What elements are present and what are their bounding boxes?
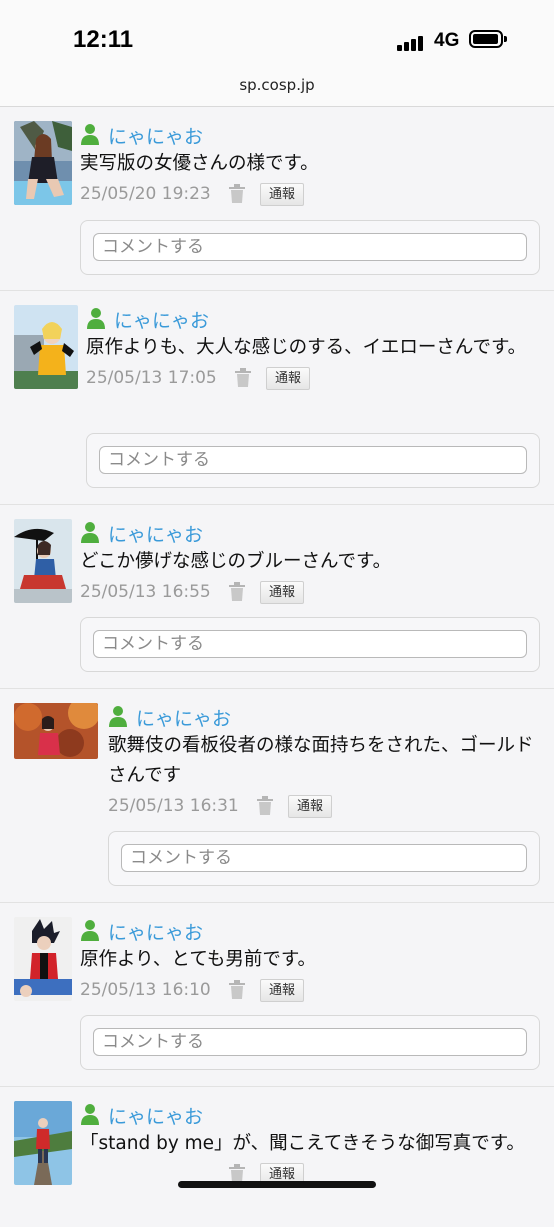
comment-box: コメントする bbox=[86, 433, 540, 488]
comment-date: 25/05/13 16:55 bbox=[80, 582, 211, 602]
comment-input[interactable]: コメントする bbox=[99, 446, 527, 474]
comment-box: コメントする bbox=[80, 1015, 540, 1070]
user-icon bbox=[81, 522, 99, 543]
report-button[interactable]: 通報 bbox=[288, 794, 333, 818]
comment-text: 原作より、とても男前です。 bbox=[80, 949, 317, 970]
comment-body: にゃにゃお 原作よりも、大人な感じのする、イエローさんです。 25/05/13 … bbox=[86, 305, 534, 393]
comment-input[interactable]: コメントする bbox=[93, 1028, 527, 1056]
comment-text: 原作よりも、大人な感じのする、イエローさんです。 bbox=[86, 337, 527, 358]
comment-body: にゃにゃお 原作より、とても男前です。 25/05/13 16:10 通報 bbox=[80, 917, 534, 1005]
username-link[interactable]: にゃにゃお bbox=[108, 918, 203, 945]
username-link[interactable]: にゃにゃお bbox=[136, 704, 231, 731]
trash-icon[interactable] bbox=[234, 368, 252, 388]
trash-icon[interactable] bbox=[228, 184, 246, 204]
user-icon bbox=[81, 1104, 99, 1125]
avatar[interactable] bbox=[14, 305, 78, 389]
username-link[interactable]: にゃにゃお bbox=[114, 306, 209, 333]
comment-body: にゃにゃお 歌舞伎の看板役者の様な面持ちをされた、ゴールドさんです 25/05/… bbox=[108, 703, 534, 821]
avatar[interactable] bbox=[14, 1101, 72, 1185]
report-button[interactable]: 通報 bbox=[260, 580, 305, 604]
avatar[interactable] bbox=[14, 519, 72, 603]
comment-text: 実写版の女優さんの様です。 bbox=[80, 153, 319, 174]
comment-item: にゃにゃお 原作よりも、大人な感じのする、イエローさんです。 25/05/13 … bbox=[0, 291, 554, 505]
comment-date: 25/05/20 19:23 bbox=[80, 184, 211, 204]
trash-icon[interactable] bbox=[256, 796, 274, 816]
user-icon bbox=[109, 706, 127, 727]
username-link[interactable]: にゃにゃお bbox=[108, 520, 203, 547]
comment-item: にゃにゃお 歌舞伎の看板役者の様な面持ちをされた、ゴールドさんです 25/05/… bbox=[0, 689, 554, 903]
comment-item: にゃにゃお どこか儚げな感じのブルーさんです。 25/05/13 16:55 通… bbox=[0, 505, 554, 689]
comment-body: にゃにゃお 実写版の女優さんの様です。 25/05/20 19:23 通報 bbox=[80, 121, 534, 209]
home-indicator[interactable] bbox=[178, 1181, 376, 1188]
comment-item: にゃにゃお 実写版の女優さんの様です。 25/05/20 19:23 通報 コメ… bbox=[0, 107, 554, 291]
comment-date: 25/05/13 16:10 bbox=[80, 980, 211, 1000]
comment-input[interactable]: コメントする bbox=[121, 844, 527, 872]
report-button[interactable]: 通報 bbox=[266, 366, 311, 390]
comment-date: 25/05/13 16:31 bbox=[108, 796, 239, 816]
comment-feed: にゃにゃお 実写版の女優さんの様です。 25/05/20 19:23 通報 コメ… bbox=[0, 107, 554, 1227]
avatar[interactable] bbox=[14, 917, 72, 1001]
username-link[interactable]: にゃにゃお bbox=[108, 122, 203, 149]
trash-icon[interactable] bbox=[228, 980, 246, 1000]
comment-input[interactable]: コメントする bbox=[93, 630, 527, 658]
avatar[interactable] bbox=[14, 703, 98, 759]
report-button[interactable]: 通報 bbox=[260, 978, 305, 1002]
comment-box: コメントする bbox=[80, 617, 540, 672]
comment-box: コメントする bbox=[108, 831, 540, 886]
comment-body: にゃにゃお 「stand by me」が、聞こえてきそうな御写真です。 通報 bbox=[80, 1101, 534, 1189]
status-time: 12:11 bbox=[73, 26, 134, 53]
network-type: 4G bbox=[434, 30, 460, 51]
report-button[interactable]: 通報 bbox=[260, 182, 305, 206]
username-link[interactable]: にゃにゃお bbox=[108, 1102, 203, 1129]
comment-body: にゃにゃお どこか儚げな感じのブルーさんです。 25/05/13 16:55 通… bbox=[80, 519, 534, 607]
address-bar[interactable]: sp.cosp.jp bbox=[0, 70, 554, 107]
avatar[interactable] bbox=[14, 121, 72, 205]
comment-item: にゃにゃお 原作より、とても男前です。 25/05/13 16:10 通報 コメ… bbox=[0, 903, 554, 1087]
comment-date: 25/05/13 17:05 bbox=[86, 368, 217, 388]
signal-icon bbox=[397, 32, 425, 51]
user-icon bbox=[81, 124, 99, 145]
user-icon bbox=[87, 308, 105, 329]
comment-box: コメントする bbox=[80, 220, 540, 275]
comment-text: 「stand by me」が、聞こえてきそうな御写真です。 bbox=[80, 1133, 525, 1154]
user-icon bbox=[81, 920, 99, 941]
comment-item: にゃにゃお 「stand by me」が、聞こえてきそうな御写真です。 通報 bbox=[0, 1087, 554, 1227]
battery-icon bbox=[469, 30, 507, 48]
comment-text: どこか儚げな感じのブルーさんです。 bbox=[80, 551, 392, 572]
trash-icon[interactable] bbox=[228, 582, 246, 602]
status-bar: 12:11 4G bbox=[0, 0, 554, 70]
comment-input[interactable]: コメントする bbox=[93, 233, 527, 261]
comment-text: 歌舞伎の看板役者の様な面持ちをされた、ゴールドさんです bbox=[108, 735, 534, 786]
